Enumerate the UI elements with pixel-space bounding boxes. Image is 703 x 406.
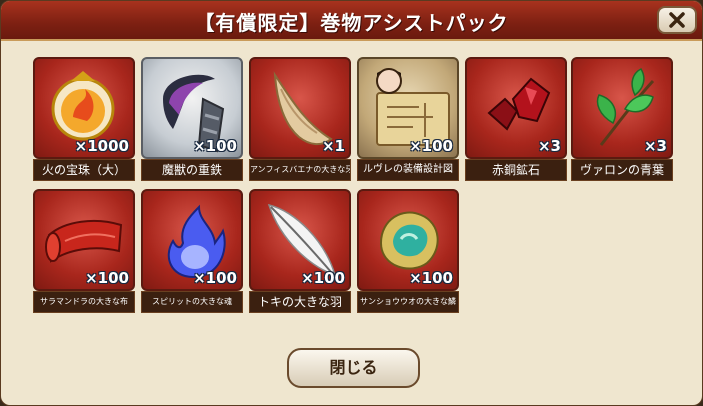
- item-quantity: ×100: [409, 269, 453, 287]
- dialog-title: 【有償限定】巻物アシストパック: [194, 11, 509, 35]
- item-slot[interactable]: ×100 ルヴレの装備設計図: [357, 57, 459, 181]
- item-name: アンフィスバエナの大きな牙: [249, 159, 351, 181]
- item-slot[interactable]: ×100 魔獣の重鉄: [141, 57, 243, 181]
- close-icon: [669, 12, 685, 28]
- item-quantity: ×100: [85, 269, 129, 287]
- item-slot[interactable]: ×100 サンショウウオの大きな鱗: [357, 189, 459, 313]
- item-tile: ×100: [33, 189, 135, 291]
- item-tile: ×3: [571, 57, 673, 159]
- item-tile: ×100: [357, 189, 459, 291]
- item-tile: ×100: [141, 189, 243, 291]
- item-tile: ×1000: [33, 57, 135, 159]
- item-tile: ×100: [249, 189, 351, 291]
- item-slot[interactable]: ×1 アンフィスバエナの大きな牙: [249, 57, 351, 181]
- item-tile: ×100: [357, 57, 459, 159]
- item-quantity: ×3: [537, 137, 561, 155]
- item-name: 火の宝珠（大）: [33, 159, 135, 181]
- item-slot[interactable]: ×3 赤銅鉱石: [465, 57, 567, 181]
- item-slot[interactable]: ×3 ヴァロンの青葉: [571, 57, 673, 181]
- item-name: ルヴレの装備設計図: [357, 159, 459, 181]
- assist-pack-dialog: 【有償限定】巻物アシストパック ×1000 火の宝珠（大） ×100 魔獣の重鉄…: [0, 0, 703, 406]
- item-slot[interactable]: ×100 トキの大きな羽: [249, 189, 351, 313]
- item-slot[interactable]: ×1000 火の宝珠（大）: [33, 57, 135, 181]
- item-name: 赤銅鉱石: [465, 159, 567, 181]
- title-bar: 【有償限定】巻物アシストパック: [1, 1, 702, 41]
- item-quantity: ×3: [643, 137, 667, 155]
- item-name: サラマンドラの大きな布: [33, 291, 135, 313]
- item-name: ヴァロンの青葉: [571, 159, 673, 181]
- item-tile: ×100: [141, 57, 243, 159]
- item-quantity: ×1000: [74, 137, 129, 155]
- item-quantity: ×100: [409, 137, 453, 155]
- item-name: トキの大きな羽: [249, 291, 351, 313]
- item-quantity: ×100: [193, 269, 237, 287]
- close-x-button[interactable]: [657, 6, 697, 34]
- item-slot[interactable]: ×100 スピリットの大きな魂: [141, 189, 243, 313]
- item-slot[interactable]: ×100 サラマンドラの大きな布: [33, 189, 135, 313]
- close-button[interactable]: 閉じる: [287, 348, 420, 388]
- item-name: 魔獣の重鉄: [141, 159, 243, 181]
- item-quantity: ×100: [193, 137, 237, 155]
- item-name: サンショウウオの大きな鱗: [357, 291, 459, 313]
- item-quantity: ×1: [321, 137, 345, 155]
- item-tile: ×3: [465, 57, 567, 159]
- item-tile: ×1: [249, 57, 351, 159]
- item-quantity: ×100: [301, 269, 345, 287]
- item-name: スピリットの大きな魂: [141, 291, 243, 313]
